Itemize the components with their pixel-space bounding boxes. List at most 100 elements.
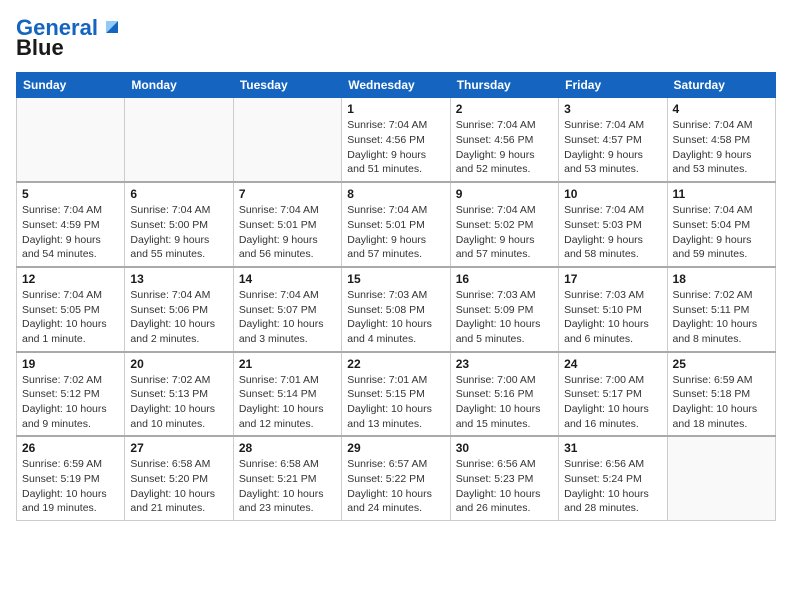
calendar-cell: 20 Sunrise: 7:02 AM Sunset: 5:13 PM Dayli… [125, 352, 233, 437]
day-info: Sunrise: 7:04 AM Sunset: 5:01 PM Dayligh… [347, 203, 444, 262]
calendar-cell: 15 Sunrise: 7:03 AM Sunset: 5:08 PM Dayli… [342, 267, 450, 352]
calendar-cell: 14 Sunrise: 7:04 AM Sunset: 5:07 PM Dayli… [233, 267, 341, 352]
weekday-header: Wednesday [342, 73, 450, 98]
calendar-cell: 27 Sunrise: 6:58 AM Sunset: 5:20 PM Dayli… [125, 436, 233, 520]
calendar-cell: 7 Sunrise: 7:04 AM Sunset: 5:01 PM Daylig… [233, 182, 341, 267]
calendar-cell: 8 Sunrise: 7:04 AM Sunset: 5:01 PM Daylig… [342, 182, 450, 267]
day-number: 8 [347, 187, 444, 201]
day-number: 18 [673, 272, 770, 286]
day-info: Sunrise: 7:01 AM Sunset: 5:14 PM Dayligh… [239, 373, 336, 432]
weekday-header: Tuesday [233, 73, 341, 98]
day-number: 15 [347, 272, 444, 286]
day-number: 13 [130, 272, 227, 286]
day-info: Sunrise: 7:00 AM Sunset: 5:17 PM Dayligh… [564, 373, 661, 432]
day-number: 19 [22, 357, 119, 371]
calendar-cell: 5 Sunrise: 7:04 AM Sunset: 4:59 PM Daylig… [17, 182, 125, 267]
calendar-cell: 30 Sunrise: 6:56 AM Sunset: 5:23 PM Dayli… [450, 436, 558, 520]
day-number: 9 [456, 187, 553, 201]
day-info: Sunrise: 6:56 AM Sunset: 5:23 PM Dayligh… [456, 457, 553, 516]
calendar-cell [125, 98, 233, 182]
day-info: Sunrise: 7:00 AM Sunset: 5:16 PM Dayligh… [456, 373, 553, 432]
day-number: 21 [239, 357, 336, 371]
day-number: 26 [22, 441, 119, 455]
day-info: Sunrise: 7:02 AM Sunset: 5:11 PM Dayligh… [673, 288, 770, 347]
day-number: 17 [564, 272, 661, 286]
day-info: Sunrise: 7:04 AM Sunset: 5:02 PM Dayligh… [456, 203, 553, 262]
day-number: 2 [456, 102, 553, 116]
day-info: Sunrise: 6:59 AM Sunset: 5:19 PM Dayligh… [22, 457, 119, 516]
day-info: Sunrise: 7:03 AM Sunset: 5:10 PM Dayligh… [564, 288, 661, 347]
day-number: 7 [239, 187, 336, 201]
day-info: Sunrise: 7:02 AM Sunset: 5:12 PM Dayligh… [22, 373, 119, 432]
calendar-cell: 9 Sunrise: 7:04 AM Sunset: 5:02 PM Daylig… [450, 182, 558, 267]
day-info: Sunrise: 7:04 AM Sunset: 4:56 PM Dayligh… [456, 118, 553, 177]
day-number: 4 [673, 102, 770, 116]
page-header: General Blue [16, 16, 776, 60]
day-number: 29 [347, 441, 444, 455]
day-number: 6 [130, 187, 227, 201]
day-info: Sunrise: 7:04 AM Sunset: 5:03 PM Dayligh… [564, 203, 661, 262]
weekday-header: Thursday [450, 73, 558, 98]
day-info: Sunrise: 6:58 AM Sunset: 5:21 PM Dayligh… [239, 457, 336, 516]
day-number: 27 [130, 441, 227, 455]
weekday-header: Saturday [667, 73, 775, 98]
calendar-cell: 17 Sunrise: 7:03 AM Sunset: 5:10 PM Dayli… [559, 267, 667, 352]
calendar-cell: 28 Sunrise: 6:58 AM Sunset: 5:21 PM Dayli… [233, 436, 341, 520]
day-number: 1 [347, 102, 444, 116]
calendar-cell: 13 Sunrise: 7:04 AM Sunset: 5:06 PM Dayli… [125, 267, 233, 352]
calendar-cell: 29 Sunrise: 6:57 AM Sunset: 5:22 PM Dayli… [342, 436, 450, 520]
day-number: 23 [456, 357, 553, 371]
day-info: Sunrise: 7:03 AM Sunset: 5:09 PM Dayligh… [456, 288, 553, 347]
day-info: Sunrise: 7:01 AM Sunset: 5:15 PM Dayligh… [347, 373, 444, 432]
calendar-cell: 1 Sunrise: 7:04 AM Sunset: 4:56 PM Daylig… [342, 98, 450, 182]
calendar-cell: 19 Sunrise: 7:02 AM Sunset: 5:12 PM Dayli… [17, 352, 125, 437]
day-info: Sunrise: 7:04 AM Sunset: 4:58 PM Dayligh… [673, 118, 770, 177]
day-info: Sunrise: 7:04 AM Sunset: 4:59 PM Dayligh… [22, 203, 119, 262]
calendar-cell: 23 Sunrise: 7:00 AM Sunset: 5:16 PM Dayli… [450, 352, 558, 437]
weekday-header: Monday [125, 73, 233, 98]
calendar-cell: 18 Sunrise: 7:02 AM Sunset: 5:11 PM Dayli… [667, 267, 775, 352]
day-number: 16 [456, 272, 553, 286]
calendar-cell: 4 Sunrise: 7:04 AM Sunset: 4:58 PM Daylig… [667, 98, 775, 182]
logo-text2: Blue [16, 36, 64, 60]
day-info: Sunrise: 7:02 AM Sunset: 5:13 PM Dayligh… [130, 373, 227, 432]
day-number: 24 [564, 357, 661, 371]
day-info: Sunrise: 6:56 AM Sunset: 5:24 PM Dayligh… [564, 457, 661, 516]
day-number: 22 [347, 357, 444, 371]
calendar-cell: 26 Sunrise: 6:59 AM Sunset: 5:19 PM Dayli… [17, 436, 125, 520]
day-number: 3 [564, 102, 661, 116]
day-info: Sunrise: 6:58 AM Sunset: 5:20 PM Dayligh… [130, 457, 227, 516]
weekday-header: Sunday [17, 73, 125, 98]
calendar-cell: 10 Sunrise: 7:04 AM Sunset: 5:03 PM Dayli… [559, 182, 667, 267]
day-info: Sunrise: 7:04 AM Sunset: 5:06 PM Dayligh… [130, 288, 227, 347]
day-info: Sunrise: 7:04 AM Sunset: 5:01 PM Dayligh… [239, 203, 336, 262]
day-number: 12 [22, 272, 119, 286]
day-info: Sunrise: 7:04 AM Sunset: 5:05 PM Dayligh… [22, 288, 119, 347]
day-info: Sunrise: 7:04 AM Sunset: 5:07 PM Dayligh… [239, 288, 336, 347]
day-number: 28 [239, 441, 336, 455]
day-number: 25 [673, 357, 770, 371]
calendar-cell: 16 Sunrise: 7:03 AM Sunset: 5:09 PM Dayli… [450, 267, 558, 352]
day-info: Sunrise: 6:57 AM Sunset: 5:22 PM Dayligh… [347, 457, 444, 516]
calendar-cell: 25Sunrise: 6:59 AM Sunset: 5:18 PM Dayli… [667, 352, 775, 437]
day-info: Sunrise: 7:03 AM Sunset: 5:08 PM Dayligh… [347, 288, 444, 347]
day-number: 10 [564, 187, 661, 201]
calendar-cell: 12 Sunrise: 7:04 AM Sunset: 5:05 PM Dayli… [17, 267, 125, 352]
calendar-cell: 31 Sunrise: 6:56 AM Sunset: 5:24 PM Dayli… [559, 436, 667, 520]
calendar-table: SundayMondayTuesdayWednesdayThursdayFrid… [16, 72, 776, 521]
day-info: Sunrise: 7:04 AM Sunset: 5:00 PM Dayligh… [130, 203, 227, 262]
calendar-cell: 11Sunrise: 7:04 AM Sunset: 5:04 PM Dayli… [667, 182, 775, 267]
day-number: 31 [564, 441, 661, 455]
day-number: 5 [22, 187, 119, 201]
day-info: Sunrise: 7:04 AM Sunset: 4:56 PM Dayligh… [347, 118, 444, 177]
day-number: 20 [130, 357, 227, 371]
calendar-cell: 2 Sunrise: 7:04 AM Sunset: 4:56 PM Daylig… [450, 98, 558, 182]
day-number: 11 [673, 187, 770, 201]
logo: General Blue [16, 16, 122, 60]
calendar-cell [667, 436, 775, 520]
day-number: 14 [239, 272, 336, 286]
calendar-cell: 6 Sunrise: 7:04 AM Sunset: 5:00 PM Daylig… [125, 182, 233, 267]
calendar-cell: 3Sunrise: 7:04 AM Sunset: 4:57 PM Daylig… [559, 98, 667, 182]
calendar-cell: 22 Sunrise: 7:01 AM Sunset: 5:15 PM Dayli… [342, 352, 450, 437]
day-number: 30 [456, 441, 553, 455]
